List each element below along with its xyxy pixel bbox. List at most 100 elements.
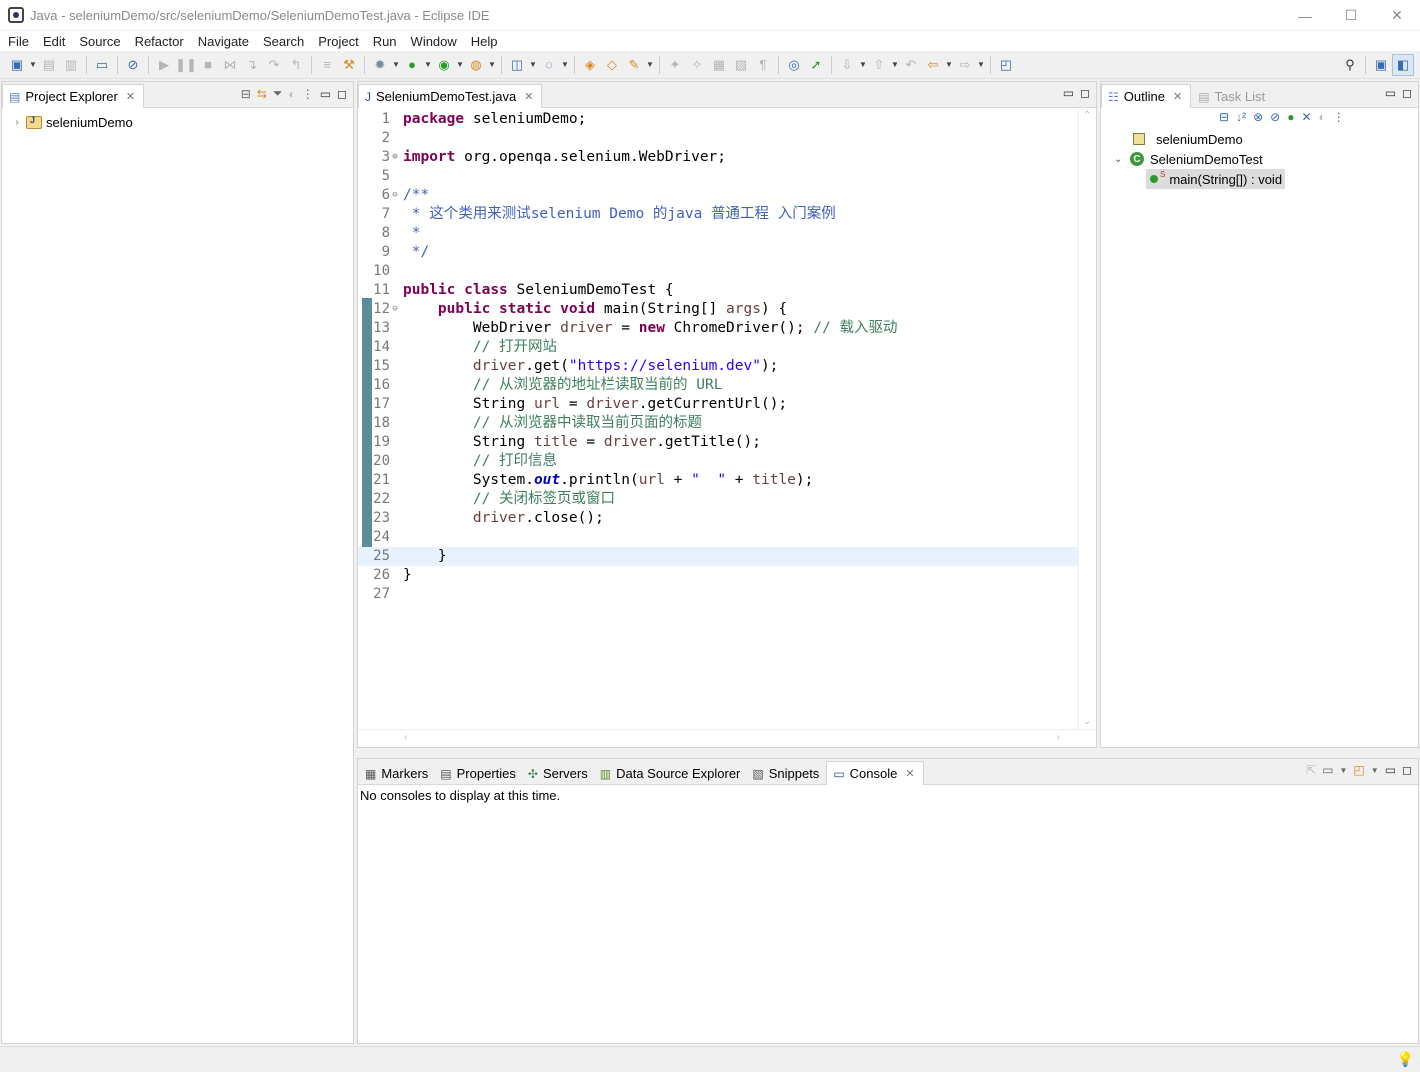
last-edit-location-icon[interactable]: ↶ <box>900 54 922 76</box>
open-perspective-icon[interactable]: ▣ <box>1370 54 1392 76</box>
external-tools-dropdown-icon[interactable]: ▼ <box>487 54 497 76</box>
run-icon[interactable]: ● <box>401 54 423 76</box>
chevron-right-icon[interactable]: › <box>10 117 24 128</box>
use-step-filters-icon[interactable]: ≡ <box>316 54 338 76</box>
display-console-dropdown-icon[interactable]: ▼ <box>1340 766 1348 775</box>
tab-outline[interactable]: ☷ Outline ✕ <box>1101 84 1192 108</box>
minimize-outline-icon[interactable]: ▭ <box>1385 86 1396 100</box>
open-console-dropdown-icon[interactable]: ▼ <box>1371 766 1379 775</box>
code-line[interactable]: 1 package seleniumDemo; <box>358 110 1078 129</box>
search-tool-icon[interactable]: ✎ <box>623 54 645 76</box>
fold-toggle-icon[interactable]: ⊕ <box>390 148 400 167</box>
code-line[interactable]: 14 // 打开网站 <box>358 338 1078 357</box>
new-web-icon[interactable]: ◌ <box>538 54 560 76</box>
focus-task-icon[interactable]: ◐ <box>1319 110 1326 124</box>
code-line[interactable]: 10 <box>358 262 1078 281</box>
hide-non-public-icon[interactable]: ● <box>1287 110 1294 124</box>
collapse-all-icon[interactable]: ⊟ <box>1219 110 1229 124</box>
prev-annotation-dropdown-icon[interactable]: ▼ <box>890 54 900 76</box>
code-line[interactable]: 22 // 关闭标签页或窗口 <box>358 490 1078 509</box>
menu-project[interactable]: Project <box>311 34 365 49</box>
menu-run[interactable]: Run <box>366 34 404 49</box>
code-line[interactable]: 16 // 从浏览器的地址栏读取当前的 URL <box>358 376 1078 395</box>
scroll-down-icon[interactable]: ⌄ <box>1083 716 1091 727</box>
code-line[interactable]: 21 System.out.println(url + " " + title)… <box>358 471 1078 490</box>
code-line[interactable]: 11 public class SeleniumDemoTest { <box>358 281 1078 300</box>
outline-item-package[interactable]: seleniumDemo <box>1133 129 1243 149</box>
code-line[interactable]: 12 ⊖ public static void main(String[] arg… <box>358 300 1078 319</box>
focus-icon[interactable]: ◐ <box>288 87 295 101</box>
terminal-icon[interactable]: ▭ <box>91 54 113 76</box>
java-perspective-icon[interactable]: ◧ <box>1392 54 1414 76</box>
debug-icon[interactable]: ✹ <box>369 54 391 76</box>
code-editor[interactable]: 1 package seleniumDemo; 2 3 ⊕ import org.open… <box>358 108 1096 729</box>
view-menu-icon[interactable]: ⋮ <box>1333 110 1345 124</box>
tab-properties[interactable]: ▤ Properties <box>435 761 523 785</box>
search-icon[interactable]: ⚲ <box>1339 54 1361 76</box>
resume-icon[interactable]: ▶ <box>153 54 175 76</box>
search-tool-dropdown-icon[interactable]: ▼ <box>645 54 655 76</box>
maximize-console-icon[interactable]: ◻ <box>1402 763 1412 777</box>
minimize-console-icon[interactable]: ▭ <box>1385 763 1396 777</box>
save-all-icon[interactable]: ▥ <box>60 54 82 76</box>
debug-dropdown-icon[interactable]: ▼ <box>391 54 401 76</box>
maximize-button[interactable]: ☐ <box>1328 0 1374 31</box>
code-line[interactable]: 15 driver.get("https://selenium.dev"); <box>358 357 1078 376</box>
link-with-editor-icon[interactable]: ⇆ <box>257 87 267 101</box>
code-line[interactable]: 13 WebDriver driver = new ChromeDriver()… <box>358 319 1078 338</box>
code-line[interactable]: 9 */ <box>358 243 1078 262</box>
paragraph-icon[interactable]: ¶ <box>752 54 774 76</box>
new-icon[interactable]: ▣ <box>6 54 28 76</box>
maximize-outline-icon[interactable]: ◻ <box>1402 86 1412 100</box>
close-icon[interactable]: ✕ <box>905 767 914 780</box>
menu-window[interactable]: Window <box>404 34 464 49</box>
disconnect-icon[interactable]: ⋈ <box>219 54 241 76</box>
new-dropdown-icon[interactable]: ▼ <box>28 54 38 76</box>
close-window-button[interactable]: ✕ <box>1374 0 1420 31</box>
build-icon[interactable]: ⚒ <box>338 54 360 76</box>
coverage-dropdown-icon[interactable]: ▼ <box>455 54 465 76</box>
console-output[interactable]: No consoles to display at this time. <box>358 785 1418 1043</box>
launch-icon[interactable]: ➚ <box>805 54 827 76</box>
collapse-all-icon[interactable]: ⊟ <box>241 87 251 101</box>
close-icon[interactable]: ✕ <box>524 90 533 103</box>
tab-seleniumdemotest-java[interactable]: J SeleniumDemoTest.java ✕ <box>358 84 543 108</box>
menu-help[interactable]: Help <box>464 34 505 49</box>
minimize-view-icon[interactable]: ▭ <box>320 87 331 101</box>
save-icon[interactable]: ▤ <box>38 54 60 76</box>
forward-dropdown-icon[interactable]: ▼ <box>976 54 986 76</box>
code-line[interactable]: 27 <box>358 585 1078 604</box>
hide-fields-icon[interactable]: ⊗ <box>1253 110 1263 124</box>
open-task-icon[interactable]: ◇ <box>601 54 623 76</box>
code-line[interactable]: 26} <box>358 566 1078 585</box>
next-annotation-icon[interactable]: ⇩ <box>836 54 858 76</box>
suspend-icon[interactable]: ❚❚ <box>175 54 197 76</box>
filter-icon[interactable]: ⏷ <box>273 86 283 101</box>
code-line[interactable]: 2 <box>358 129 1078 148</box>
tree-item-seleniumdemo[interactable]: › seleniumDemo <box>10 112 353 132</box>
code-line[interactable]: 19 String title = driver.getTitle(); <box>358 433 1078 452</box>
scroll-up-icon[interactable]: ⌃ <box>1083 110 1091 121</box>
view-menu-icon[interactable]: ⋮ <box>302 87 314 101</box>
code-line[interactable]: 24 <box>358 528 1078 547</box>
outline-item-class[interactable]: ⌄ C SeleniumDemoTest <box>1114 149 1263 169</box>
mark-occurrences-icon[interactable]: ✧ <box>686 54 708 76</box>
terminate-icon[interactable]: ■ <box>197 54 219 76</box>
code-line[interactable]: 7 * 这个类用来测试selenium Demo 的java 普通工程 入门案例 <box>358 205 1078 224</box>
new-web-dropdown-icon[interactable]: ▼ <box>560 54 570 76</box>
tab-markers[interactable]: ▦ Markers <box>360 761 435 785</box>
display-selected-console-icon[interactable]: ▭ <box>1322 763 1333 777</box>
outline-item-method[interactable]: S main(String[]) : void <box>1146 169 1286 189</box>
back-dropdown-icon[interactable]: ▼ <box>944 54 954 76</box>
prev-annotation-icon[interactable]: ⇧ <box>868 54 890 76</box>
code-line[interactable]: 6 ⊖/** <box>358 186 1078 205</box>
code-line[interactable]: 25 } <box>358 547 1078 566</box>
back-icon[interactable]: ⇦ <box>922 54 944 76</box>
vertical-scrollbar[interactable]: ⌃ ⌄ <box>1078 108 1096 729</box>
open-console-icon[interactable]: ◰ <box>1353 763 1364 777</box>
code-line[interactable]: 23 driver.close(); <box>358 509 1078 528</box>
pin-console-icon[interactable]: ⇱ <box>1306 763 1316 777</box>
code-line[interactable]: 8 * <box>358 224 1078 243</box>
menu-file[interactable]: File <box>1 34 36 49</box>
coverage-icon[interactable]: ◉ <box>433 54 455 76</box>
